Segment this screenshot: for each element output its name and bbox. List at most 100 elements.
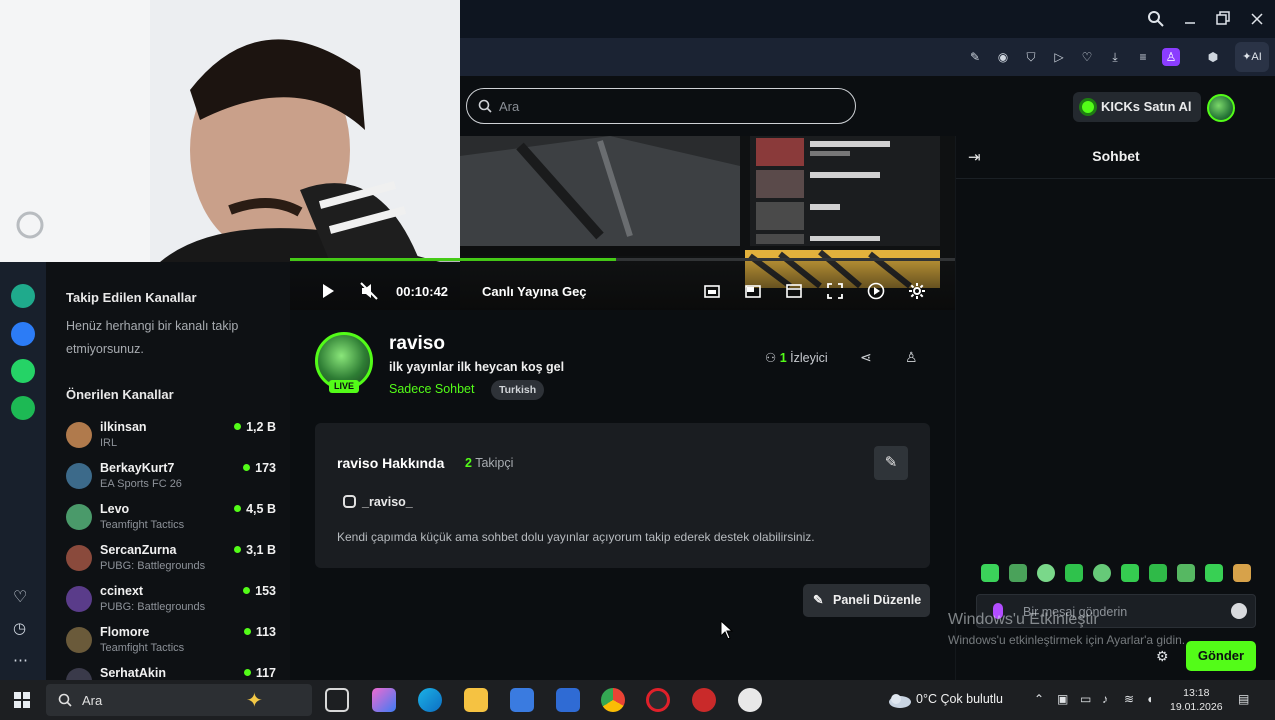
instagram-icon bbox=[343, 495, 356, 508]
emote-icon[interactable] bbox=[1037, 564, 1055, 582]
task-view-icon[interactable] bbox=[325, 688, 349, 712]
emote-icon[interactable] bbox=[1121, 564, 1139, 582]
buy-kicks-button[interactable]: KICKs Satın Al bbox=[1073, 92, 1201, 122]
manage-user-icon[interactable]: ♙ bbox=[905, 349, 918, 366]
tray-app-icon[interactable]: ▣ bbox=[1057, 692, 1068, 706]
video-controls: 00:10:42 Canlı Yayına Geç bbox=[290, 258, 955, 310]
opera-gx-icon[interactable] bbox=[646, 688, 670, 712]
edit-about-button[interactable]: ✎ bbox=[874, 446, 908, 480]
menu-icon[interactable]: ≡ bbox=[1134, 48, 1152, 66]
mute-icon[interactable] bbox=[360, 282, 378, 300]
cinema-icon[interactable] bbox=[786, 283, 802, 299]
language-tag[interactable]: Turkish bbox=[491, 380, 545, 400]
channel-viewers: 1,2 B bbox=[234, 420, 276, 434]
fullscreen-icon[interactable] bbox=[827, 283, 843, 299]
minimize-icon[interactable] bbox=[1180, 9, 1200, 29]
instagram-link[interactable]: _raviso_ bbox=[343, 495, 413, 509]
cloud-icon bbox=[889, 694, 911, 708]
emote-icon[interactable] bbox=[1149, 564, 1167, 582]
more-icon[interactable]: ⋯ bbox=[13, 651, 28, 669]
taskbar-search[interactable]: Ara ✦ bbox=[46, 684, 312, 716]
history-icon[interactable]: ◷ bbox=[13, 619, 26, 637]
channel-row[interactable]: SerhatAkin 117 bbox=[66, 666, 276, 680]
messenger-icon[interactable] bbox=[11, 322, 35, 346]
rail-app-icon[interactable] bbox=[11, 284, 35, 308]
start-icon[interactable] bbox=[14, 692, 30, 708]
profile-icon[interactable]: ♙ bbox=[1162, 48, 1180, 66]
channel-category: PUBG: Battlegrounds bbox=[100, 601, 206, 613]
channel-name: SercanZurna bbox=[100, 543, 177, 557]
pip-icon[interactable] bbox=[745, 283, 761, 299]
emoji-icon[interactable] bbox=[1231, 603, 1247, 619]
channel-row[interactable]: BerkayKurt7 EA Sports FC 26 173 bbox=[66, 461, 276, 502]
go-live-button[interactable]: Canlı Yayına Geç bbox=[482, 284, 587, 299]
channel-row[interactable]: Flomore Teamfight Tactics 113 bbox=[66, 625, 276, 666]
emote-icon[interactable] bbox=[1009, 564, 1027, 582]
search-icon[interactable] bbox=[1146, 9, 1166, 29]
about-description: Kendi çapımda küçük ama sohbet dolu yayı… bbox=[337, 530, 815, 544]
stream-category[interactable]: Sadece Sohbet bbox=[389, 382, 475, 396]
ai-button[interactable]: ✦AI bbox=[1235, 42, 1269, 72]
file-explorer-icon[interactable] bbox=[464, 688, 488, 712]
spotify-icon[interactable] bbox=[11, 396, 35, 420]
emote-icon[interactable] bbox=[1233, 564, 1251, 582]
edit-page-icon[interactable]: ✎ bbox=[966, 48, 984, 66]
webcam-app-icon[interactable] bbox=[738, 688, 762, 712]
whatsapp-icon[interactable] bbox=[11, 359, 35, 383]
shield-icon[interactable]: ⛉ bbox=[1022, 48, 1040, 66]
browser-titlebar bbox=[460, 0, 1275, 38]
live-badge: LIVE bbox=[329, 380, 359, 393]
microphone-icon[interactable]: ♪ bbox=[1102, 692, 1108, 706]
emote-icon[interactable] bbox=[981, 564, 999, 582]
restore-icon[interactable] bbox=[1213, 9, 1233, 29]
emote-icon[interactable] bbox=[1177, 564, 1195, 582]
follower-number: 2 bbox=[465, 456, 472, 470]
speedometer-icon[interactable] bbox=[692, 688, 716, 712]
tray-chevron-icon[interactable]: ⌃ bbox=[1034, 692, 1044, 706]
channel-row[interactable]: ccinext PUBG: Battlegrounds 153 bbox=[66, 584, 276, 625]
edit-panels-button[interactable]: ✎ Paneli Düzenle bbox=[803, 584, 930, 617]
emote-icon[interactable] bbox=[1093, 564, 1111, 582]
emote-icon[interactable] bbox=[1065, 564, 1083, 582]
heart-icon[interactable]: ♡ bbox=[1078, 48, 1096, 66]
clock[interactable]: 13:18 19.01.2026 bbox=[1170, 686, 1223, 714]
chat-divider bbox=[956, 178, 1275, 179]
video-time: 00:10:42 bbox=[396, 284, 449, 299]
copilot-icon[interactable] bbox=[372, 688, 396, 712]
tray-device-icon[interactable]: ▭ bbox=[1080, 692, 1091, 706]
play-icon[interactable] bbox=[320, 283, 336, 299]
share-icon[interactable]: ⋖ bbox=[860, 349, 872, 366]
wifi-icon[interactable]: ≋ bbox=[1124, 692, 1134, 706]
send-button[interactable]: Gönder bbox=[1186, 641, 1256, 671]
close-icon[interactable] bbox=[1247, 9, 1267, 29]
weather-text[interactable]: 0°C Çok bulutlu bbox=[916, 692, 1003, 706]
volume-icon[interactable]: ◖ bbox=[1146, 692, 1153, 706]
store-icon[interactable] bbox=[510, 688, 534, 712]
channel-row[interactable]: Levo Teamfight Tactics 4,5 B bbox=[66, 502, 276, 543]
taskbar-search-input: Ara bbox=[82, 693, 103, 708]
search-icon bbox=[58, 693, 72, 707]
clip-icon[interactable] bbox=[867, 282, 885, 300]
search-input[interactable]: Ara bbox=[499, 99, 519, 114]
cube-icon[interactable]: ⬢ bbox=[1204, 48, 1222, 66]
channel-viewers: 153 bbox=[243, 584, 276, 598]
download-icon[interactable]: ⤓ bbox=[1106, 48, 1124, 66]
outlook-icon[interactable] bbox=[556, 688, 580, 712]
emote-icon[interactable] bbox=[1205, 564, 1223, 582]
theater-mode-icon[interactable] bbox=[704, 283, 720, 299]
channel-name[interactable]: raviso bbox=[389, 333, 445, 355]
user-avatar[interactable] bbox=[1207, 94, 1235, 122]
chrome-icon[interactable] bbox=[601, 688, 625, 712]
following-heading: Takip Edilen Kanallar bbox=[66, 290, 197, 305]
notifications-icon[interactable]: ▤ bbox=[1238, 692, 1249, 706]
camera-icon[interactable]: ◉ bbox=[994, 48, 1012, 66]
edge-icon[interactable] bbox=[418, 688, 442, 712]
search-bar[interactable]: Ara bbox=[466, 88, 856, 124]
channel-row[interactable]: ilkinsan IRL 1,2 B bbox=[66, 420, 276, 461]
settings-icon[interactable] bbox=[908, 282, 926, 300]
flow-icon[interactable]: ▷ bbox=[1050, 48, 1068, 66]
chat-settings-icon[interactable]: ⚙ bbox=[1156, 648, 1169, 665]
favorites-icon[interactable]: ♡ bbox=[13, 587, 27, 607]
channel-category: Teamfight Tactics bbox=[100, 642, 185, 654]
channel-row[interactable]: SercanZurna PUBG: Battlegrounds 3,1 B bbox=[66, 543, 276, 584]
